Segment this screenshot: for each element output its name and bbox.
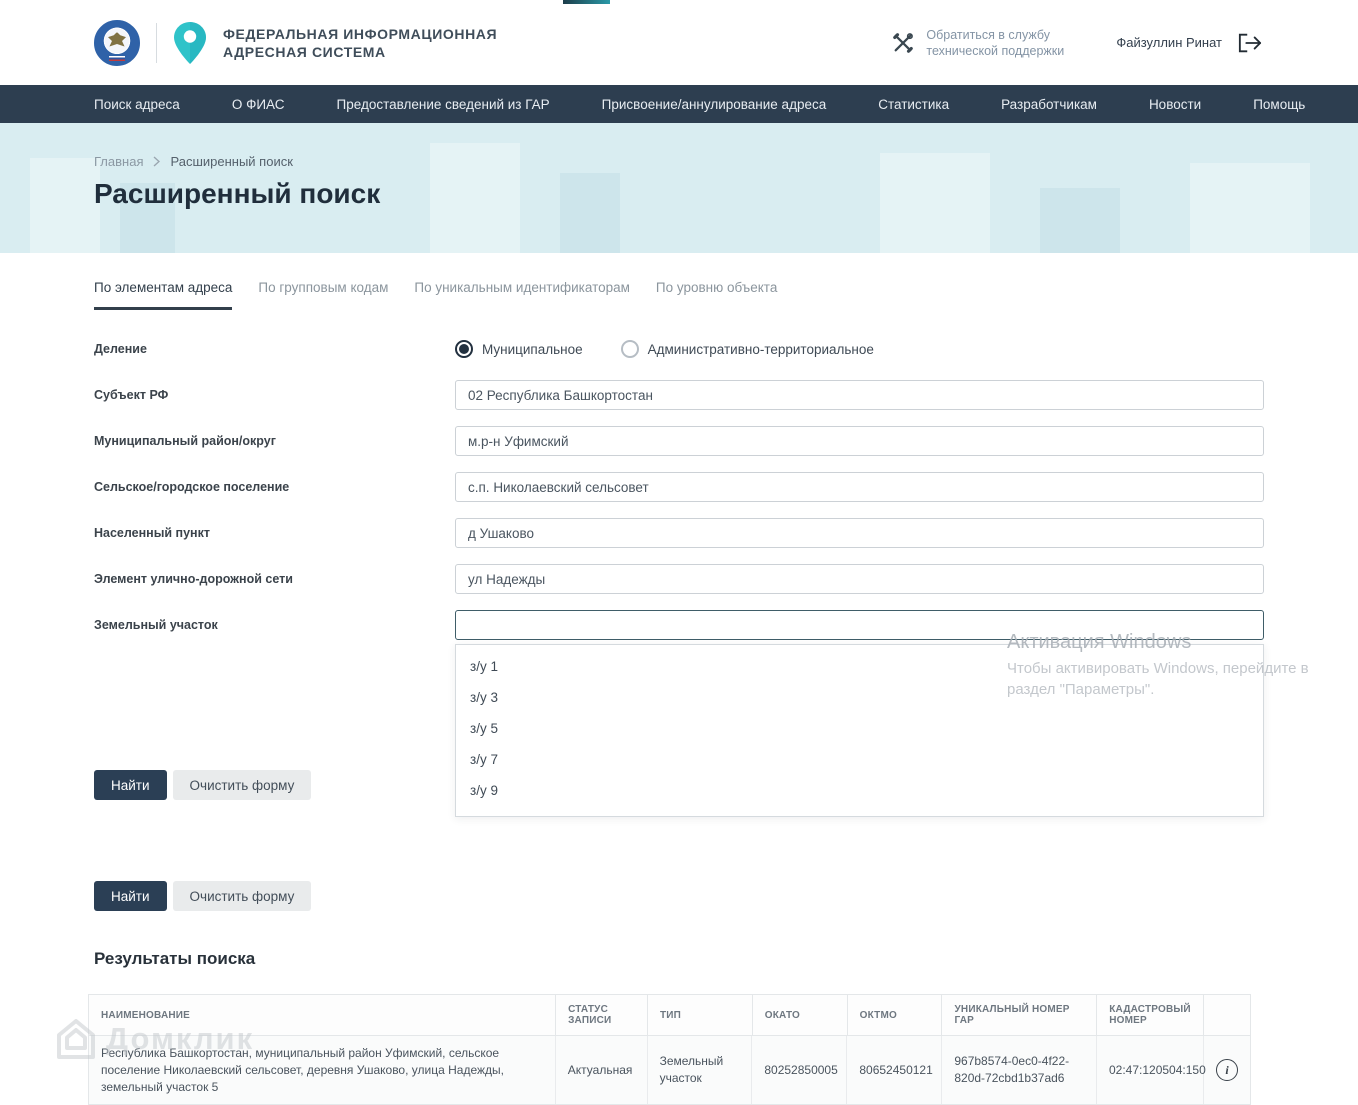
radio-municipal-control[interactable] [455,340,473,358]
nav-item-address-assignment[interactable]: Присвоение/аннулирование адреса [602,97,827,112]
header: ФЕДЕРАЛЬНАЯ ИНФОРМАЦИОННАЯ АДРЕСНАЯ СИСТ… [0,0,1358,85]
division-label: Деление [94,342,147,356]
dropdown-option[interactable]: з/у 1 [456,651,1263,682]
brand[interactable]: ФЕДЕРАЛЬНАЯ ИНФОРМАЦИОННАЯ АДРЕСНАЯ СИСТ… [94,19,497,66]
search-button-2[interactable]: Найти [94,881,167,911]
tools-icon [892,32,914,54]
subject-input[interactable] [455,380,1264,410]
land-plot-dropdown: з/у 1 з/у 3 з/у 5 з/у 7 з/у 9 [455,644,1264,817]
results-table: НАИМЕНОВАНИЕ СТАТУС ЗАПИСИ ТИП ОКАТО ОКТ… [88,994,1251,1105]
hero-banner: Главная Расширенный поиск Расширенный по… [0,123,1358,253]
col-gar: УНИКАЛЬНЫЙ НОМЕР ГАР [942,995,1098,1035]
tab-address-elements[interactable]: По элементам адреса [94,280,233,310]
form-row-street: Элемент улично-дорожной сети [94,564,1264,594]
form-row-district: Муниципальный район/округ [94,426,1264,456]
locality-label: Населенный пункт [94,526,210,540]
col-actions [1204,995,1250,1035]
main-content: По элементам адреса По групповым кодам П… [0,280,1358,1105]
cell-gar: 967b8574-0ec0-4f22-820d-72cbd1b37ad6 [942,1036,1097,1105]
dropdown-option[interactable]: з/у 5 [456,713,1263,744]
radio-administrative[interactable]: Административно-территориальное [620,340,874,358]
tab-group-codes[interactable]: По групповым кодам [258,280,388,310]
nav-item-address-search[interactable]: Поиск адреса [94,97,180,112]
clear-form-button-2[interactable]: Очистить форму [172,881,312,911]
locality-input[interactable] [455,518,1264,548]
breadcrumb-chevron-icon [154,156,161,167]
settlement-label: Сельское/городское поселение [94,480,290,494]
col-oktmo: ОКТМО [848,995,943,1035]
cell-type: Земельный участок [648,1036,753,1105]
radio-administrative-label: Административно-территориальное [647,341,874,357]
radio-municipal[interactable]: Муниципальное [455,340,583,358]
tab-object-level[interactable]: По уровню объекта [656,280,777,310]
info-icon[interactable]: i [1216,1059,1238,1082]
advanced-search-form: Деление Муниципальное Административно-те… [94,334,1264,911]
fias-pin-icon [174,21,206,64]
page-title: Расширенный поиск [94,178,381,209]
cell-status: Актуальная [556,1036,648,1105]
dropdown-option[interactable]: з/у 3 [456,682,1263,713]
subject-label: Субъект РФ [94,388,169,402]
results-title: Результаты поиска [94,949,256,968]
cell-okato: 80252850005 [752,1036,848,1105]
dropdown-option[interactable]: з/у 7 [456,744,1263,775]
fns-emblem-icon [94,19,140,66]
col-name: НАИМЕНОВАНИЕ [89,995,557,1035]
street-input[interactable] [455,564,1264,594]
cell-cadastral: 02:47:120504:150 [1097,1036,1206,1105]
breadcrumb-current: Расширенный поиск [170,154,293,169]
land-plot-input[interactable] [455,610,1264,640]
header-right: Обратиться в службу технической поддержк… [892,27,1262,59]
breadcrumb: Главная Расширенный поиск [94,123,1358,169]
search-tabs: По элементам адреса По групповым кодам П… [94,280,1264,310]
radio-administrative-control[interactable] [620,340,639,358]
clear-form-button[interactable]: Очистить форму [172,770,312,800]
logout-icon[interactable] [1238,32,1262,54]
nav-item-statistics[interactable]: Статистика [878,97,949,112]
main-nav: Поиск адреса О ФИАС Предоставление сведе… [0,85,1358,123]
form-buttons-bottom: Найти Очистить форму [94,881,1264,911]
form-row-division: Деление Муниципальное Административно-те… [94,334,1264,364]
col-cadastral: КАДАСТРОВЫЙ НОМЕР [1097,995,1205,1035]
app-title-line2: АДРЕСНАЯ СИСТЕМА [223,43,386,60]
col-okato: ОКАТО [753,995,848,1035]
search-button[interactable]: Найти [94,770,167,800]
cell-name: Республика Башкортостан, муниципальный р… [89,1036,556,1105]
app-title: ФЕДЕРАЛЬНАЯ ИНФОРМАЦИОННАЯ АДРЕСНАЯ СИСТ… [223,25,497,61]
form-row-locality: Населенный пункт [94,518,1264,548]
results-table-header: НАИМЕНОВАНИЕ СТАТУС ЗАПИСИ ТИП ОКАТО ОКТ… [89,995,1250,1035]
radio-municipal-label: Муниципальное [482,341,583,357]
user-name[interactable]: Файзуллин Ринат [1116,35,1222,50]
brand-divider [156,22,157,63]
col-type: ТИП [648,995,753,1035]
land-plot-label: Земельный участок [94,618,218,632]
user-area: Файзуллин Ринат [1116,32,1262,54]
form-row-settlement: Сельское/городское поселение [94,472,1264,502]
form-row-land-plot: Земельный участок з/у 1 з/у 3 з/у 5 з/у … [94,610,1264,817]
nav-item-about-fias[interactable]: О ФИАС [232,97,285,112]
division-radio-group: Муниципальное Административно-территориа… [455,340,1264,358]
tab-unique-identifiers[interactable]: По уникальным идентификаторам [414,280,630,310]
street-label: Элемент улично-дорожной сети [94,572,293,586]
nav-item-news[interactable]: Новости [1149,97,1201,112]
browser-artifact-bar [563,0,610,4]
district-label: Муниципальный район/округ [94,434,276,448]
breadcrumb-home[interactable]: Главная [94,154,143,169]
nav-item-help[interactable]: Помощь [1253,97,1305,112]
form-row-subject: Субъект РФ [94,380,1264,410]
col-status: СТАТУС ЗАПИСИ [556,995,648,1035]
nav-item-developers[interactable]: Разработчикам [1001,97,1097,112]
cell-oktmo: 80652450121 [847,1036,943,1105]
settlement-input[interactable] [455,472,1264,502]
support-link-label[interactable]: Обратиться в службу технической поддержк… [926,27,1074,59]
app-title-line1: ФЕДЕРАЛЬНАЯ ИНФОРМАЦИОННАЯ [223,25,498,42]
nav-item-gar-data[interactable]: Предоставление сведений из ГАР [337,97,550,112]
dropdown-option[interactable]: з/у 9 [456,775,1263,806]
support-link[interactable]: Обратиться в службу технической поддержк… [892,27,1074,59]
district-input[interactable] [455,426,1264,456]
